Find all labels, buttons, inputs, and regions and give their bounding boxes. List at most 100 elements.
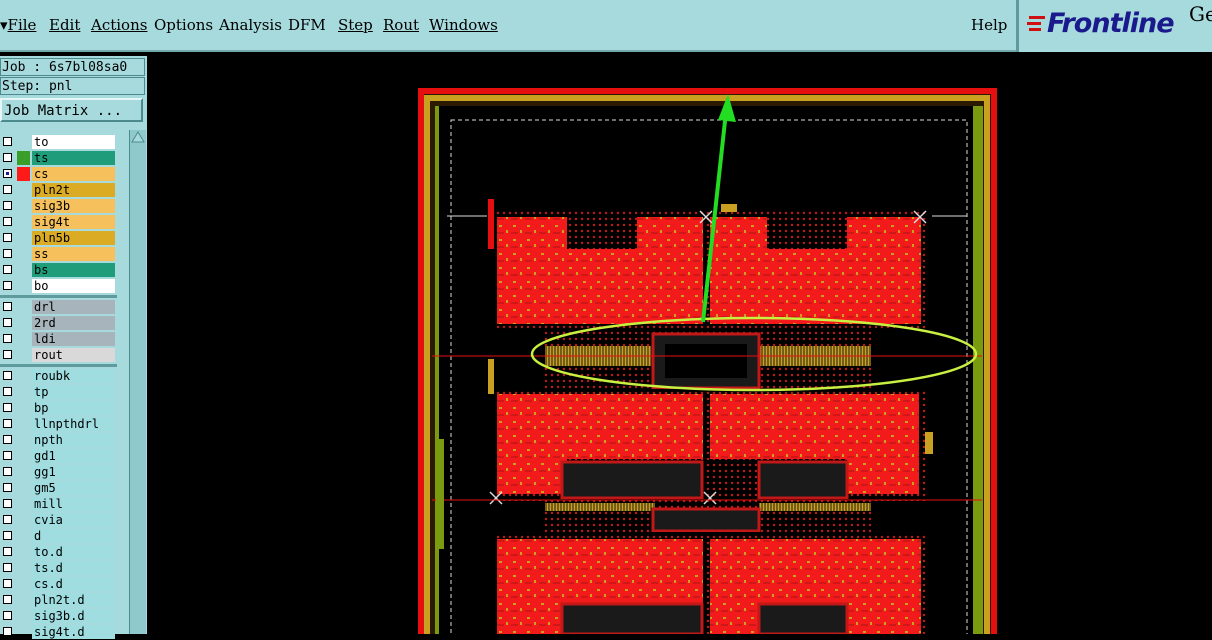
layer-display-checkbox[interactable] (3, 265, 12, 274)
layer-row[interactable]: npth (0, 432, 117, 448)
layer-row[interactable]: sig3b.d (0, 608, 117, 624)
layer-row[interactable]: ss (0, 246, 117, 262)
layer-name[interactable]: cs (32, 167, 115, 181)
layer-row[interactable]: d (0, 528, 117, 544)
menu-analysis[interactable]: Analysis (219, 16, 282, 34)
layer-display-checkbox[interactable] (3, 302, 12, 311)
menu-actions[interactable]: Actions (91, 16, 147, 34)
scroll-up-arrow-icon[interactable] (130, 130, 146, 144)
layer-list-scrollbar[interactable] (129, 130, 146, 634)
layer-name[interactable]: pln5b (32, 231, 115, 245)
layer-name[interactable]: d (32, 529, 115, 543)
layer-row[interactable]: rout (0, 347, 117, 363)
layer-row[interactable]: ts (0, 150, 117, 166)
layer-row[interactable]: cvia (0, 512, 117, 528)
layer-display-checkbox[interactable] (3, 387, 12, 396)
layer-row[interactable]: mill (0, 496, 117, 512)
menu-windows[interactable]: Windows (429, 16, 498, 34)
layer-row[interactable]: llnpthdrl (0, 416, 117, 432)
menu-options[interactable]: Options (154, 16, 213, 34)
layer-display-checkbox[interactable] (3, 499, 12, 508)
layer-row[interactable]: ts.d (0, 560, 117, 576)
layer-row[interactable]: bp (0, 400, 117, 416)
layer-display-checkbox[interactable] (3, 217, 12, 226)
menu-help[interactable]: Help (971, 16, 1007, 34)
layer-display-checkbox[interactable] (3, 334, 12, 343)
layer-row[interactable]: pln2t (0, 182, 117, 198)
layer-name[interactable]: ts.d (32, 561, 115, 575)
layer-display-checkbox[interactable] (3, 547, 12, 556)
layer-name[interactable]: pln2t (32, 183, 115, 197)
layer-display-checkbox[interactable] (3, 201, 12, 210)
layer-name[interactable]: ss (32, 247, 115, 261)
layer-row[interactable]: gg1 (0, 464, 117, 480)
layer-name[interactable]: bp (32, 401, 115, 415)
layer-name[interactable]: mill (32, 497, 115, 511)
layer-name[interactable]: cvia (32, 513, 115, 527)
layer-display-checkbox[interactable] (3, 435, 12, 444)
layer-display-checkbox[interactable] (3, 403, 12, 412)
layer-name[interactable]: sig4t (32, 215, 115, 229)
layer-color-swatch[interactable] (17, 151, 30, 165)
layer-row[interactable]: pln2t.d (0, 592, 117, 608)
layer-name[interactable]: sig3b.d (32, 609, 115, 623)
layer-name[interactable]: gm5 (32, 481, 115, 495)
menu-file[interactable]: ▾File (0, 16, 36, 34)
layer-row[interactable]: drl (0, 299, 117, 315)
graphics-canvas[interactable] (147, 54, 1212, 640)
layer-display-checkbox[interactable] (3, 169, 12, 178)
layer-row[interactable]: tp (0, 384, 117, 400)
menu-rout[interactable]: Rout (383, 16, 419, 34)
layer-display-checkbox[interactable] (3, 350, 12, 359)
layer-row[interactable]: ldi (0, 331, 117, 347)
layer-row[interactable]: cs.d (0, 576, 117, 592)
layer-row[interactable]: cs (0, 166, 117, 182)
layer-display-checkbox[interactable] (3, 249, 12, 258)
layer-name[interactable]: cs.d (32, 577, 115, 591)
layer-row[interactable]: bo (0, 278, 117, 294)
layer-display-checkbox[interactable] (3, 137, 12, 146)
layer-display-checkbox[interactable] (3, 563, 12, 572)
layer-display-checkbox[interactable] (3, 531, 12, 540)
layer-name[interactable]: llnpthdrl (32, 417, 115, 431)
layer-row[interactable]: bs (0, 262, 117, 278)
layer-display-checkbox[interactable] (3, 515, 12, 524)
layer-color-swatch[interactable] (17, 167, 30, 181)
menu-step[interactable]: Step (338, 16, 373, 34)
layer-display-checkbox[interactable] (3, 281, 12, 290)
layer-name[interactable]: gg1 (32, 465, 115, 479)
layer-name[interactable]: 2rd (32, 316, 115, 330)
layer-row[interactable]: to (0, 134, 117, 150)
layer-name[interactable]: pln2t.d (32, 593, 115, 607)
layer-row[interactable]: sig3b (0, 198, 117, 214)
layer-display-checkbox[interactable] (3, 318, 12, 327)
menu-edit[interactable]: Edit (49, 16, 80, 34)
layer-name[interactable]: sig4t.d (32, 625, 115, 639)
layer-display-checkbox[interactable] (3, 233, 12, 242)
layer-name[interactable]: bs (32, 263, 115, 277)
layer-name[interactable]: tp (32, 385, 115, 399)
layer-display-checkbox[interactable] (3, 595, 12, 604)
layer-row[interactable]: roubk (0, 368, 117, 384)
layer-display-checkbox[interactable] (3, 579, 12, 588)
layer-name[interactable]: sig3b (32, 199, 115, 213)
job-matrix-button[interactable]: Job Matrix ... (0, 98, 143, 122)
layer-display-checkbox[interactable] (3, 371, 12, 380)
layer-row[interactable]: sig4t (0, 214, 117, 230)
layer-name[interactable]: drl (32, 300, 115, 314)
layer-display-checkbox[interactable] (3, 483, 12, 492)
layer-display-checkbox[interactable] (3, 627, 12, 636)
layer-row[interactable]: sig4t.d (0, 624, 117, 640)
layer-name[interactable]: rout (32, 348, 115, 362)
layer-name[interactable]: ldi (32, 332, 115, 346)
layer-name[interactable]: npth (32, 433, 115, 447)
menu-dfm[interactable]: DFM (288, 16, 326, 34)
layer-name[interactable]: gd1 (32, 449, 115, 463)
layer-name[interactable]: to (32, 135, 115, 149)
layer-display-checkbox[interactable] (3, 153, 12, 162)
layer-row[interactable]: to.d (0, 544, 117, 560)
layer-display-checkbox[interactable] (3, 185, 12, 194)
layer-name[interactable]: ts (32, 151, 115, 165)
layer-row[interactable]: gd1 (0, 448, 117, 464)
layer-display-checkbox[interactable] (3, 611, 12, 620)
